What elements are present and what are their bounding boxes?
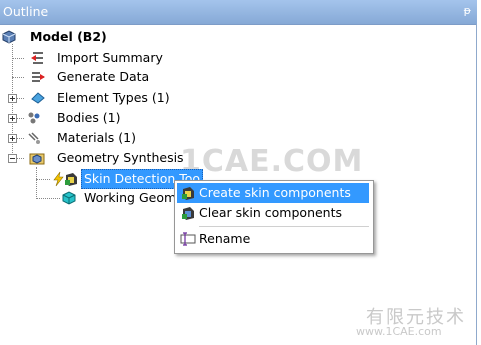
skin-detection-icon bbox=[65, 173, 77, 186]
expand-toggle[interactable] bbox=[8, 94, 17, 103]
materials-icon bbox=[28, 132, 40, 144]
tree-item-label: Materials (1) bbox=[57, 130, 136, 145]
model-icon bbox=[2, 30, 16, 44]
clear-skin-icon bbox=[182, 207, 194, 220]
menu-item-create-skin[interactable]: Create skin components bbox=[177, 183, 369, 203]
geometry-synthesis-icon bbox=[29, 153, 45, 165]
collapse-toggle[interactable] bbox=[8, 154, 17, 163]
menu-separator bbox=[199, 226, 369, 227]
root-label: Model (B2) bbox=[30, 29, 107, 44]
menu-item-clear-skin[interactable]: Clear skin components bbox=[177, 203, 369, 223]
outline-panel-header: Outline ᵽ bbox=[0, 0, 477, 25]
tree-item-label: Bodies (1) bbox=[57, 110, 121, 125]
tree-item-label: Import Summary bbox=[57, 50, 163, 65]
expand-toggle[interactable] bbox=[8, 114, 17, 123]
menu-item-label: Clear skin components bbox=[199, 205, 343, 220]
tree-item-label: Generate Data bbox=[57, 69, 150, 84]
pin-icon[interactable]: ᵽ bbox=[464, 4, 471, 17]
bodies-icon bbox=[28, 112, 40, 124]
watermark-url: www.1CAE.com bbox=[356, 325, 442, 338]
tree-item-label: Geometry Synthesis bbox=[57, 150, 184, 165]
create-skin-icon bbox=[182, 187, 194, 200]
panel-title: Outline bbox=[3, 4, 49, 19]
menu-item-label: Create skin components bbox=[199, 185, 351, 200]
menu-item-label: Rename bbox=[199, 231, 251, 246]
tree-item-label: Element Types (1) bbox=[57, 90, 170, 105]
import-summary-icon bbox=[31, 52, 43, 64]
rename-icon bbox=[180, 232, 196, 246]
watermark-text: 1CAE.COM bbox=[180, 144, 364, 179]
working-geometry-icon bbox=[62, 191, 76, 205]
element-types-icon bbox=[31, 92, 45, 104]
menu-item-rename[interactable]: Rename bbox=[177, 229, 369, 249]
generate-data-icon bbox=[32, 72, 45, 82]
context-menu: Create skin components Clear skin compon… bbox=[174, 180, 374, 254]
tree-item-label: Working Geom bbox=[84, 190, 177, 205]
expand-toggle[interactable] bbox=[8, 134, 17, 143]
